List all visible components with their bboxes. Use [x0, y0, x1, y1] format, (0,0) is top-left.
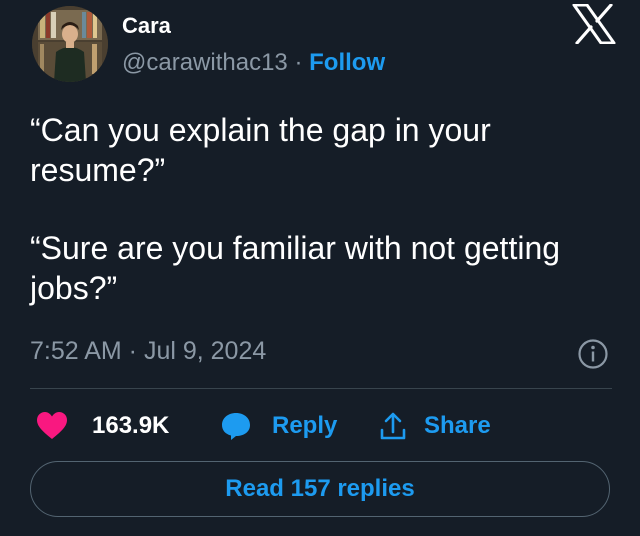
reply-label: Reply — [272, 412, 338, 439]
tweet-text: “Can you explain the gap in your resume?… — [30, 110, 620, 308]
author-handle[interactable]: @carawithac13 — [122, 49, 288, 76]
read-replies-button[interactable]: Read 157 replies — [30, 461, 610, 517]
follow-button[interactable]: Follow — [309, 49, 385, 76]
tweet-card: Cara @carawithac13 · Follow “Can you exp… — [0, 0, 640, 536]
tweet-paragraph: “Sure are you familiar with not getting … — [30, 230, 561, 306]
share-button[interactable]: Share — [380, 404, 491, 448]
divider — [30, 388, 612, 389]
action-bar: 163.9K Reply Share — [30, 404, 612, 448]
reply-button[interactable]: Reply — [220, 404, 337, 448]
like-button[interactable]: 163.9K — [36, 404, 169, 448]
info-icon[interactable] — [577, 338, 609, 370]
tweet-timestamp[interactable]: 7:52 AM · Jul 9, 2024 — [30, 337, 266, 366]
like-count: 163.9K — [92, 412, 170, 439]
reply-bubble-icon — [222, 413, 250, 440]
x-logo-icon[interactable] — [572, 4, 616, 44]
share-label: Share — [424, 412, 491, 439]
author-name[interactable]: Cara — [122, 13, 171, 39]
handle-separator: · — [294, 49, 303, 76]
share-upload-icon — [380, 412, 406, 440]
heart-icon — [37, 412, 67, 439]
avatar[interactable] — [32, 6, 108, 82]
author-handle-row: @carawithac13 · Follow — [122, 49, 385, 77]
tweet-paragraph: “Can you explain the gap in your resume?… — [30, 112, 491, 188]
